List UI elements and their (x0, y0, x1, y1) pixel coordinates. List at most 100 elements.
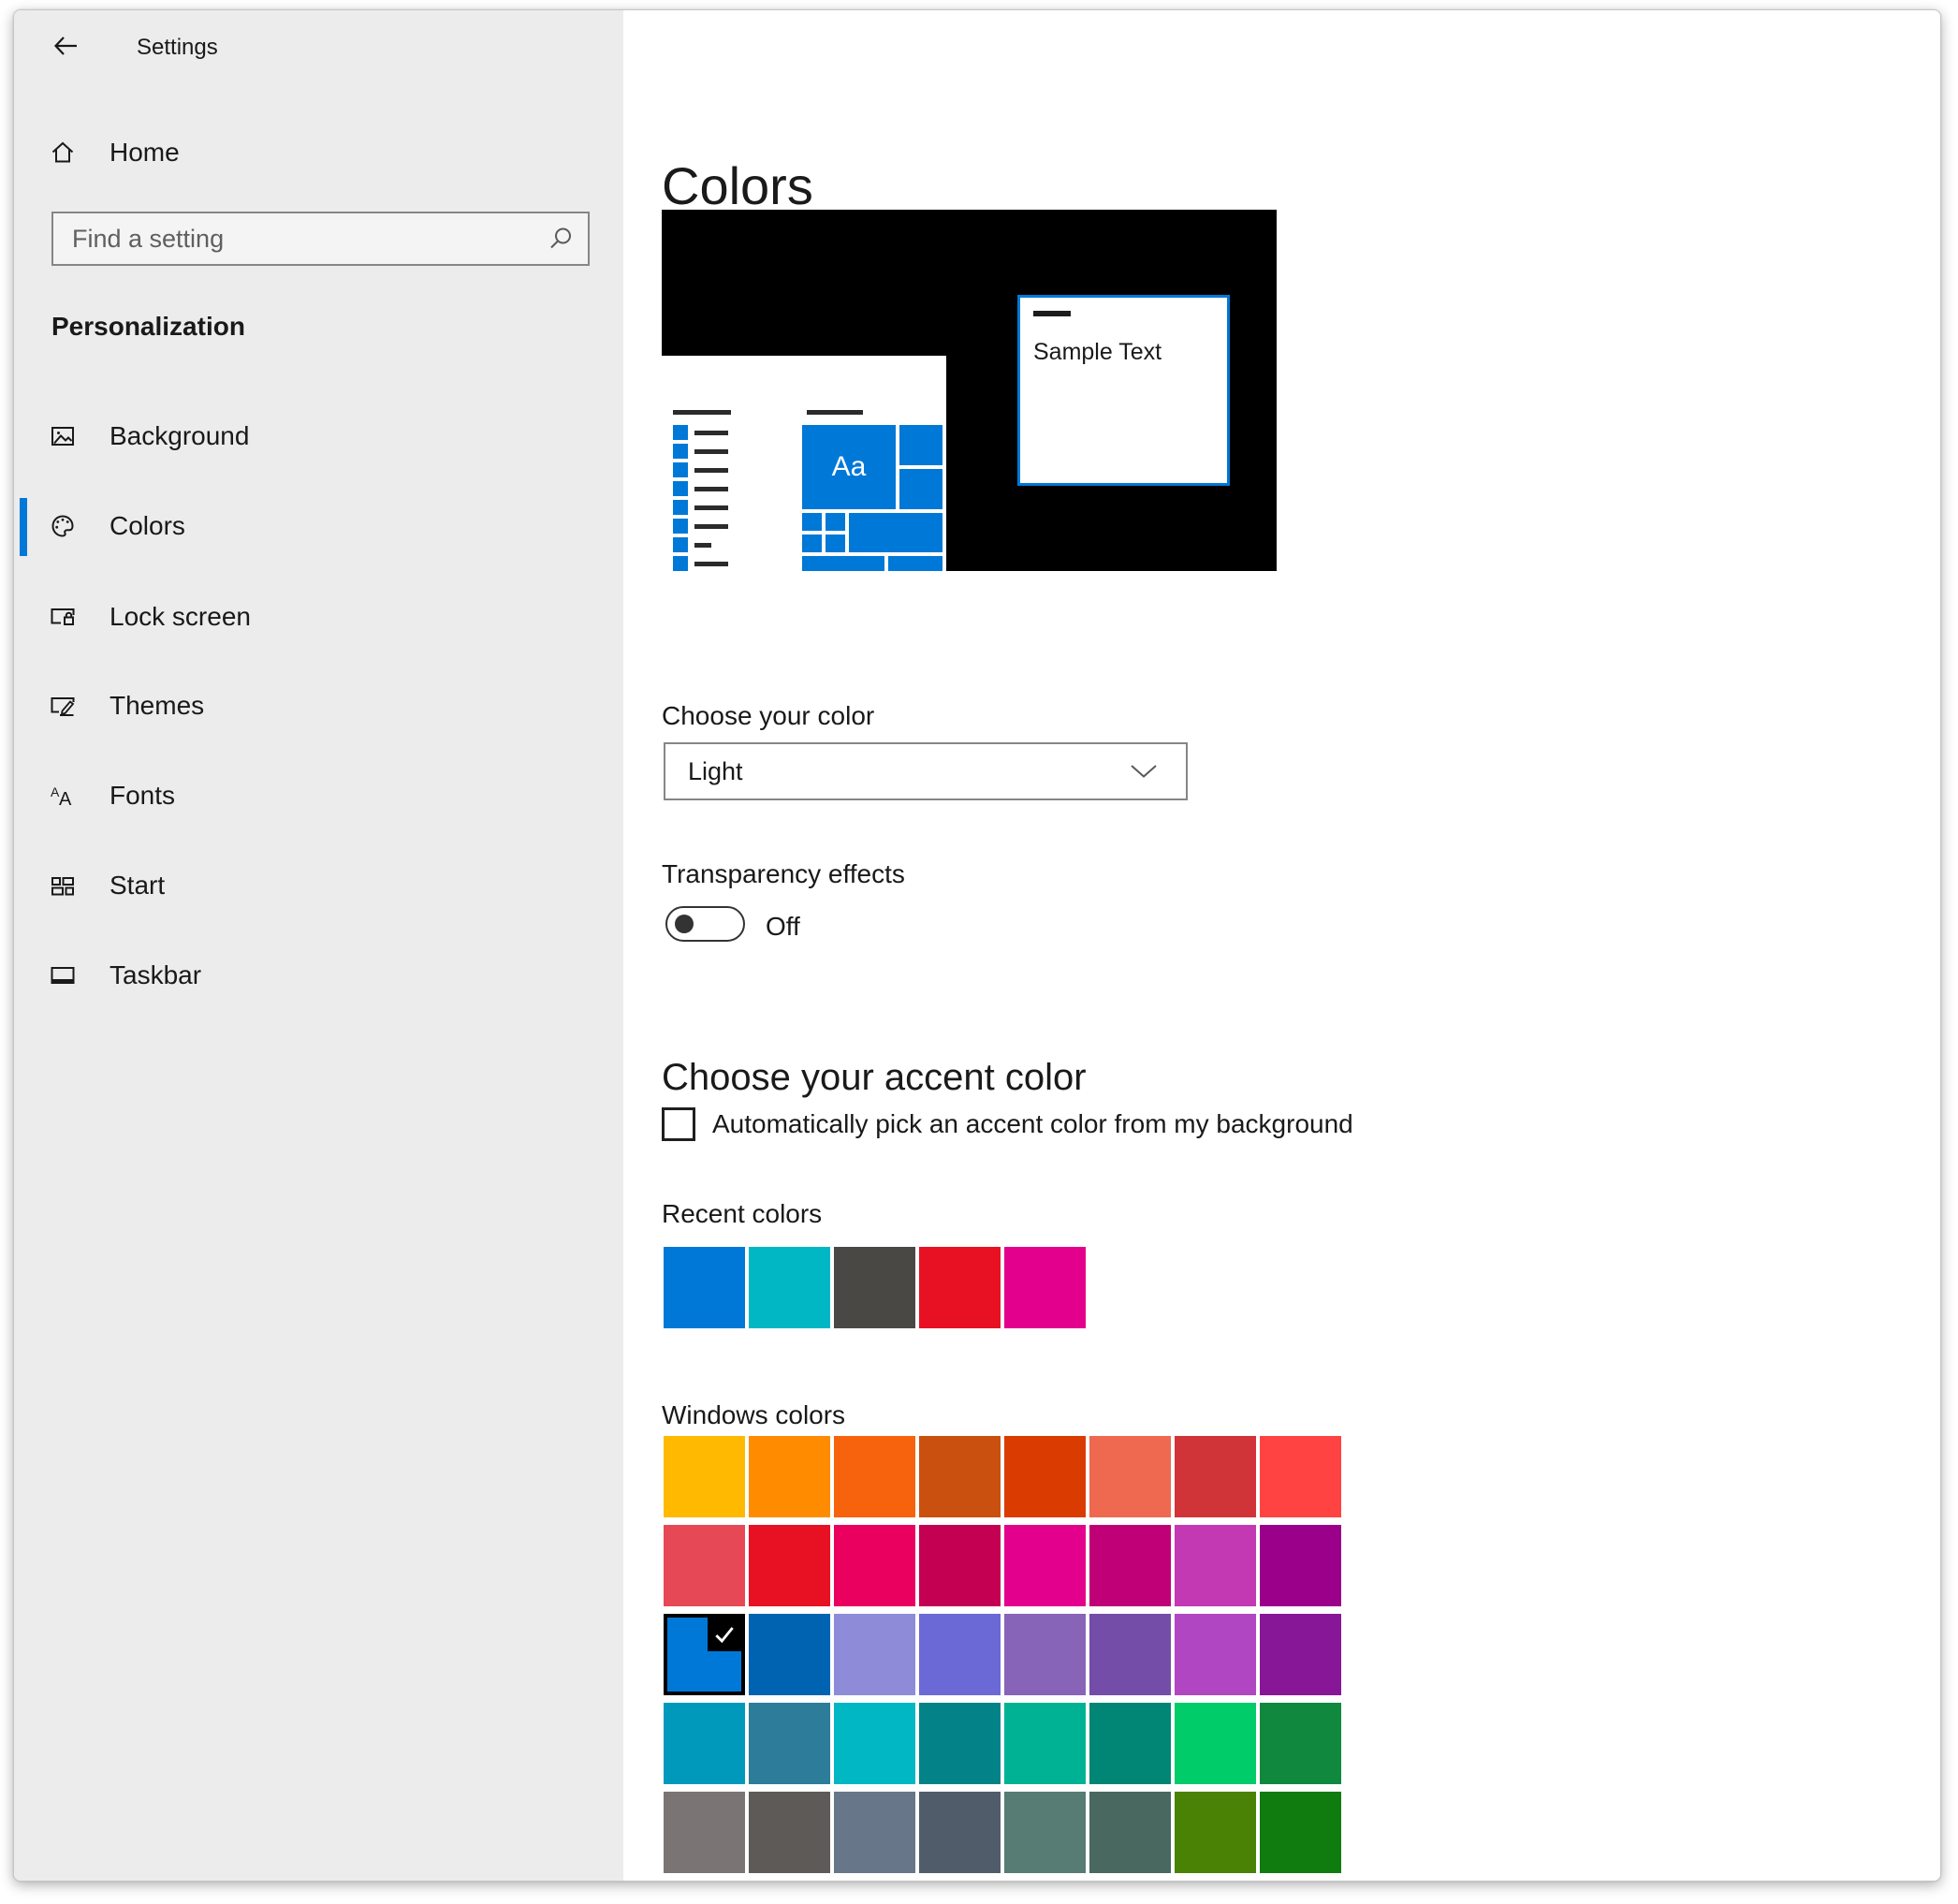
recent-color-swatch[interactable] (834, 1247, 915, 1328)
home-icon (49, 139, 77, 167)
page-title: Colors (662, 160, 813, 212)
search-icon[interactable] (547, 225, 575, 253)
auto-accent-row[interactable]: Automatically pick an accent color from … (662, 1107, 1353, 1141)
windows-color-swatch[interactable] (664, 1792, 745, 1873)
windows-color-swatch[interactable] (1260, 1436, 1341, 1517)
sidebar-item-label: Home (110, 138, 180, 168)
sample-text-window: Sample Text (1017, 295, 1230, 486)
auto-accent-label: Automatically pick an accent color from … (712, 1109, 1353, 1139)
preview-tile (802, 535, 822, 552)
selected-check-icon (708, 1618, 741, 1651)
search-input[interactable] (53, 225, 547, 254)
windows-color-swatch[interactable] (1004, 1792, 1086, 1873)
accent-heading: Choose your accent color (662, 1057, 1087, 1098)
recent-colors-grid (664, 1247, 1086, 1328)
windows-color-swatch[interactable] (1260, 1792, 1341, 1873)
windows-color-swatch[interactable] (919, 1614, 1001, 1695)
sidebar-item-fonts[interactable]: A A Fonts (14, 766, 623, 826)
windows-color-swatch[interactable] (1089, 1614, 1171, 1695)
preview-menu-mockup (673, 410, 748, 571)
preview-tile (888, 556, 942, 571)
windows-color-swatch[interactable] (1089, 1703, 1171, 1784)
sidebar: Settings Home Personalization (14, 10, 623, 1881)
auto-accent-checkbox[interactable] (662, 1107, 695, 1141)
windows-color-swatch[interactable] (664, 1614, 745, 1695)
section-label: Personalization (51, 312, 245, 342)
windows-color-swatch[interactable] (1175, 1703, 1256, 1784)
sidebar-item-colors[interactable]: Colors (14, 496, 623, 556)
windows-color-swatch[interactable] (1004, 1525, 1086, 1606)
windows-color-swatch[interactable] (749, 1525, 830, 1606)
windows-color-swatch[interactable] (749, 1792, 830, 1873)
windows-color-swatch[interactable] (1175, 1792, 1256, 1873)
recent-color-swatch[interactable] (664, 1247, 745, 1328)
preview-aa-tile: Aa (802, 425, 896, 509)
chevron-down-icon (1130, 764, 1158, 779)
sidebar-item-label: Themes (110, 691, 204, 721)
windows-color-swatch[interactable] (1004, 1703, 1086, 1784)
windows-color-swatch[interactable] (749, 1436, 830, 1517)
sidebar-item-themes[interactable]: Themes (14, 676, 623, 736)
windows-colors-label: Windows colors (662, 1399, 845, 1431)
preview-tile (802, 513, 822, 531)
windows-color-swatch[interactable] (1175, 1525, 1256, 1606)
sidebar-item-home[interactable]: Home (14, 123, 623, 183)
sidebar-item-lock-screen[interactable]: Lock screen (14, 587, 623, 647)
choose-color-label: Choose your color (662, 700, 874, 732)
windows-color-swatch[interactable] (1175, 1614, 1256, 1695)
sidebar-item-label: Fonts (110, 781, 175, 811)
windows-color-swatch[interactable] (834, 1792, 915, 1873)
windows-color-swatch[interactable] (749, 1703, 830, 1784)
windows-color-swatch[interactable] (664, 1525, 745, 1606)
search-box[interactable] (51, 212, 590, 266)
windows-color-swatch[interactable] (749, 1614, 830, 1695)
themes-icon (49, 692, 77, 720)
colors-icon (49, 512, 77, 540)
sidebar-item-label: Lock screen (110, 602, 251, 632)
sample-text: Sample Text (1033, 339, 1162, 366)
sidebar-item-label: Taskbar (110, 960, 201, 990)
windows-color-swatch[interactable] (919, 1703, 1001, 1784)
back-arrow-icon[interactable] (51, 33, 81, 59)
toggle-knob (675, 915, 694, 933)
preview-tile (826, 513, 845, 531)
fonts-icon: A A (49, 782, 77, 810)
windows-color-swatch[interactable] (1260, 1703, 1341, 1784)
windows-color-swatch[interactable] (1089, 1792, 1171, 1873)
windows-color-swatch[interactable] (834, 1614, 915, 1695)
recent-color-swatch[interactable] (919, 1247, 1001, 1328)
windows-color-swatch[interactable] (1089, 1525, 1171, 1606)
transparency-state: Off (766, 911, 800, 943)
sidebar-item-taskbar[interactable]: Taskbar (14, 945, 623, 1005)
windows-color-swatch[interactable] (664, 1703, 745, 1784)
windows-color-swatch[interactable] (834, 1703, 915, 1784)
preview-tile (899, 425, 942, 465)
preview-tile (849, 513, 942, 552)
windows-color-swatch[interactable] (664, 1436, 745, 1517)
preview-tiles-header (807, 410, 863, 415)
windows-colors-grid (664, 1436, 1341, 1873)
color-mode-dropdown[interactable]: Light (664, 742, 1188, 800)
recent-color-swatch[interactable] (749, 1247, 830, 1328)
windows-color-swatch[interactable] (834, 1525, 915, 1606)
svg-text:A: A (59, 789, 72, 810)
windows-color-swatch[interactable] (919, 1436, 1001, 1517)
windows-color-swatch[interactable] (1175, 1436, 1256, 1517)
windows-color-swatch[interactable] (1260, 1614, 1341, 1695)
windows-color-swatch[interactable] (1004, 1436, 1086, 1517)
dropdown-value: Light (688, 757, 1130, 786)
transparency-label: Transparency effects (662, 858, 905, 890)
windows-color-swatch[interactable] (1089, 1436, 1171, 1517)
windows-color-swatch[interactable] (1260, 1525, 1341, 1606)
sidebar-item-background[interactable]: Background (14, 406, 623, 466)
preview-tile (826, 535, 845, 552)
app-title: Settings (137, 35, 218, 61)
transparency-toggle[interactable] (665, 906, 745, 942)
windows-color-swatch[interactable] (834, 1436, 915, 1517)
recent-color-swatch[interactable] (1004, 1247, 1086, 1328)
windows-color-swatch[interactable] (1004, 1614, 1086, 1695)
windows-color-swatch[interactable] (919, 1792, 1001, 1873)
windows-color-swatch[interactable] (919, 1525, 1001, 1606)
sidebar-item-start[interactable]: Start (14, 856, 623, 915)
sidebar-item-label: Start (110, 871, 165, 901)
